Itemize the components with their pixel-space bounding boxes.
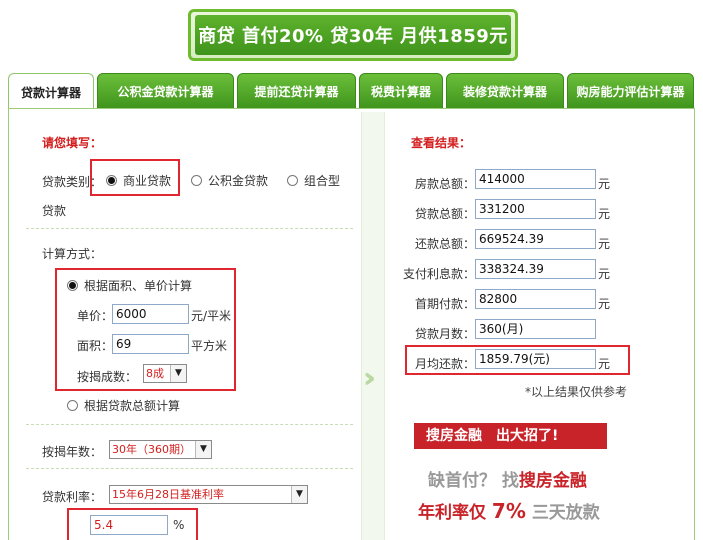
panel-divider — [361, 112, 385, 540]
form-title: 请您填写： — [42, 136, 103, 150]
monthly-label: 月均还款： — [415, 357, 476, 371]
unit-yuan: 元 — [598, 357, 611, 371]
results-title: 查看结果： — [411, 136, 472, 150]
unit-yuan: 元 — [598, 207, 611, 221]
area-input[interactable]: 69 — [112, 334, 189, 354]
radio-selected-icon[interactable] — [67, 280, 78, 291]
rate-select[interactable]: 15年6月28日基准利率 ▼ — [109, 485, 308, 504]
loan-type-wrap-text: 贷款 — [42, 204, 67, 218]
years-label: 按揭年数： — [42, 445, 103, 459]
radio-unselected-icon[interactable] — [67, 400, 78, 411]
house-total-label: 房款总额： — [415, 177, 476, 191]
finance-ad[interactable]: 搜房金融 出大招了! 缺首付？ 找搜房金融 年利率仅 7% 三天放款 — [414, 423, 614, 540]
ad-banner: 搜房金融 出大招了! — [414, 423, 607, 449]
ratio-label: 按揭成数： — [77, 370, 138, 384]
unit-yuan: 元 — [598, 297, 611, 311]
ratio-select[interactable]: 8成 ▼ — [143, 364, 187, 383]
area-unit: 平方米 — [191, 339, 228, 353]
unit-yuan: 元 — [598, 237, 611, 251]
results-note: *以上结果仅供参考 — [525, 385, 628, 399]
down-payment-field[interactable]: 82800 — [475, 289, 596, 309]
area-label: 面积： — [77, 339, 114, 353]
promo-banner-text: 商贷 首付20% 贷30年 月供1859元 — [195, 15, 511, 55]
interest-field[interactable]: 338324.39 — [475, 259, 596, 279]
unit-price-unit: 元/平米 — [191, 309, 232, 323]
radio-unselected-icon[interactable] — [287, 175, 298, 186]
rate-unit: % — [173, 518, 185, 532]
loan-total-label: 贷款总额： — [415, 207, 476, 221]
promo-banner[interactable]: 商贷 首付20% 贷30年 月供1859元 — [188, 9, 518, 61]
rate-label: 贷款利率： — [42, 490, 103, 504]
ad-line-1: 缺首付？ 找搜房金融 — [428, 471, 587, 491]
calc-method-label: 计算方式： — [42, 247, 103, 261]
chevron-right-icon: ›› — [363, 361, 376, 394]
ad-line-2: 年利率仅 7% 三天放款 — [418, 499, 600, 523]
radio-by-area[interactable]: 根据面积、单价计算 — [67, 277, 192, 294]
interest-label: 支付利息款： — [403, 267, 476, 281]
chevron-down-icon[interactable]: ▼ — [195, 441, 211, 458]
unit-price-input[interactable]: 6000 — [112, 304, 189, 324]
radio-combined-loan[interactable]: 组合型 — [287, 172, 340, 189]
repay-total-label: 还款总额： — [415, 237, 476, 251]
tab-renovation-loan-calculator[interactable]: 装修贷款计算器 — [446, 73, 564, 109]
divider-line — [26, 228, 353, 229]
tab-tax-calculator[interactable]: 税费计算器 — [359, 73, 443, 109]
calculator-tabs: 贷款计算器 公积金贷款计算器 提前还贷计算器 税费计算器 装修贷款计算器 购房能… — [8, 73, 703, 110]
radio-unselected-icon[interactable] — [191, 175, 202, 186]
down-payment-label: 首期付款： — [415, 297, 476, 311]
years-select[interactable]: 30年（360期） ▼ — [109, 440, 212, 459]
divider-line — [26, 468, 353, 469]
unit-price-label: 单价： — [77, 309, 114, 323]
radio-provident-fund-loan[interactable]: 公积金贷款 — [191, 172, 268, 189]
months-label: 贷款月数： — [415, 327, 476, 341]
tab-loan-calculator[interactable]: 贷款计算器 — [8, 73, 94, 110]
loan-total-field[interactable]: 331200 — [475, 199, 596, 219]
chevron-down-icon[interactable]: ▼ — [291, 486, 307, 503]
highlight-box — [90, 159, 180, 196]
unit-yuan: 元 — [598, 177, 611, 191]
tab-affordability-calculator[interactable]: 购房能力评估计算器 — [567, 73, 694, 109]
tab-prepayment-calculator[interactable]: 提前还贷计算器 — [237, 73, 356, 109]
months-field[interactable]: 360(月) — [475, 319, 596, 339]
monthly-field[interactable]: 1859.79(元) — [475, 349, 596, 369]
rate-input[interactable]: 5.4 — [90, 515, 168, 535]
tab-provident-fund-calculator[interactable]: 公积金贷款计算器 — [97, 73, 234, 109]
divider-line — [26, 424, 353, 425]
radio-by-total[interactable]: 根据贷款总额计算 — [67, 397, 180, 414]
unit-yuan: 元 — [598, 267, 611, 281]
house-total-field[interactable]: 414000 — [475, 169, 596, 189]
chevron-down-icon[interactable]: ▼ — [170, 365, 186, 382]
repay-total-field[interactable]: 669524.39 — [475, 229, 596, 249]
